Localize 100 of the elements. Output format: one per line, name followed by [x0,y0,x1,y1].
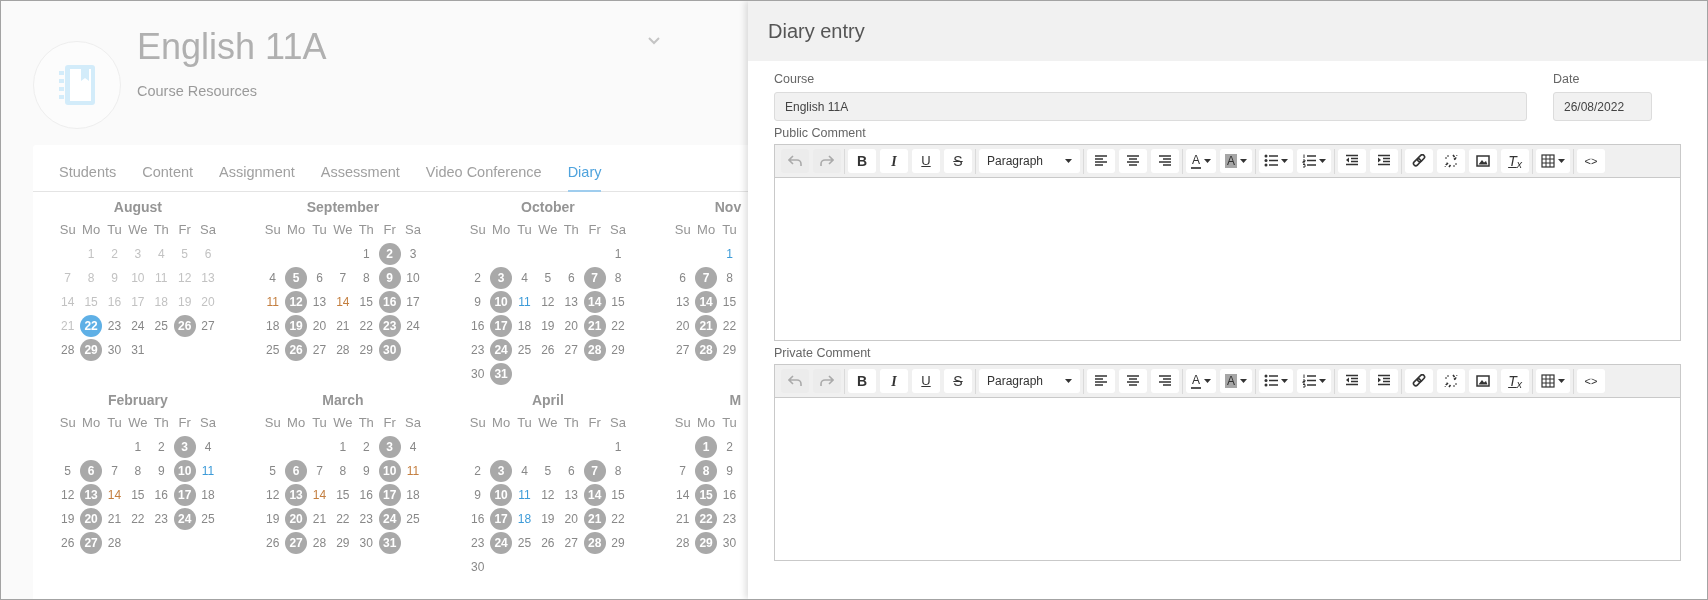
calendar-day[interactable]: 13 [80,484,103,506]
underline-button[interactable]: U [912,369,940,393]
calendar-day[interactable]: 27 [285,532,308,554]
calendar-day[interactable]: 21 [583,315,606,337]
align-center-button[interactable] [1119,369,1147,393]
calendar-day[interactable]: 10 [490,484,513,506]
calendar-day[interactable]: 13 [671,291,694,313]
calendar-day[interactable]: 28 [583,532,606,554]
calendar-day[interactable]: 9 [378,267,401,289]
format-dropdown[interactable]: Paragraph [979,369,1080,393]
calendar-day[interactable]: 4 [402,436,425,458]
bullet-list-button[interactable] [1259,149,1294,173]
calendar-day[interactable]: 22 [695,508,718,530]
calendar-day[interactable]: 28 [583,339,606,361]
calendar-day[interactable]: 15 [80,291,103,313]
calendar-day[interactable]: 15 [718,291,741,313]
calendar-day[interactable]: 22 [126,508,149,530]
calendar-day[interactable]: 14 [695,291,718,313]
calendar-day[interactable]: 29 [718,339,741,361]
calendar-day[interactable]: 1 [695,436,718,458]
image-button[interactable] [1469,149,1498,173]
calendar-day[interactable]: 7 [331,267,354,289]
calendar-day[interactable]: 20 [560,508,583,530]
calendar-day[interactable]: 7 [583,460,606,482]
text-color-button[interactable]: A [1186,369,1216,393]
calendar-day[interactable]: 2 [355,436,378,458]
bold-button[interactable]: B [848,149,876,173]
calendar-day[interactable]: 16 [466,315,489,337]
calendar-day[interactable]: 18 [150,291,173,313]
calendar-day[interactable]: 24 [490,339,513,361]
calendar-day[interactable]: 3 [126,243,149,265]
calendar-day[interactable]: 24 [173,508,196,530]
calendar-day[interactable]: 25 [513,339,536,361]
indent-button[interactable] [1370,369,1399,393]
calendar-day[interactable]: 26 [285,339,308,361]
calendar-day[interactable]: 12 [56,484,79,506]
tab[interactable]: Assignment [219,145,295,192]
underline-button[interactable]: U [912,149,940,173]
calendar-day[interactable]: 12 [536,484,559,506]
calendar-day[interactable]: 2 [378,243,401,265]
calendar-day[interactable]: 13 [560,484,583,506]
calendar-day[interactable]: 30 [103,339,126,361]
bold-button[interactable]: B [848,369,876,393]
calendar-day[interactable]: 31 [490,363,513,385]
calendar-day[interactable]: 24 [402,315,425,337]
calendar-day[interactable]: 16 [378,291,401,313]
calendar-day[interactable]: 8 [607,460,630,482]
calendar-day[interactable]: 19 [261,508,284,530]
calendar-day[interactable]: 10 [173,460,196,482]
calendar-day[interactable]: 21 [103,508,126,530]
calendar-day[interactable]: 27 [560,532,583,554]
calendar-day[interactable]: 13 [560,291,583,313]
calendar-day[interactable]: 28 [103,532,126,554]
calendar-day[interactable]: 21 [583,508,606,530]
calendar-day[interactable]: 2 [466,267,489,289]
calendar-day[interactable]: 12 [536,291,559,313]
unlink-button[interactable] [1437,369,1466,393]
calendar-day[interactable]: 16 [150,484,173,506]
calendar-day[interactable]: 19 [536,315,559,337]
calendar-day[interactable]: 14 [308,484,331,506]
calendar-day[interactable]: 1 [80,243,103,265]
calendar-day[interactable]: 25 [513,532,536,554]
calendar-day[interactable]: 24 [126,315,149,337]
calendar-day[interactable]: 20 [80,508,103,530]
calendar-day[interactable]: 11 [197,460,220,482]
calendar-day[interactable]: 11 [261,291,284,313]
calendar-day[interactable]: 14 [103,484,126,506]
calendar-day[interactable]: 5 [536,267,559,289]
calendar-day[interactable]: 23 [103,315,126,337]
calendar-day[interactable]: 8 [126,460,149,482]
calendar-day[interactable]: 26 [261,532,284,554]
calendar-day[interactable]: 6 [80,460,103,482]
calendar-day[interactable]: 8 [355,267,378,289]
calendar-day[interactable]: 5 [56,460,79,482]
calendar-day[interactable]: 6 [308,267,331,289]
tab[interactable]: Assessment [320,145,400,192]
calendar-day[interactable]: 9 [355,460,378,482]
calendar-day[interactable]: 25 [261,339,284,361]
calendar-day[interactable]: 8 [607,267,630,289]
numbered-list-button[interactable] [1297,149,1332,173]
calendar-day[interactable]: 10 [490,291,513,313]
calendar-day[interactable]: 6 [197,243,220,265]
calendar-day[interactable]: 30 [466,363,489,385]
calendar-day[interactable]: 5 [285,267,308,289]
calendar-day[interactable]: 26 [536,532,559,554]
calendar-day[interactable]: 2 [466,460,489,482]
calendar-day[interactable]: 25 [150,315,173,337]
calendar-day[interactable]: 23 [466,532,489,554]
table-button[interactable] [1536,149,1571,173]
calendar-day[interactable]: 21 [308,508,331,530]
background-color-button[interactable]: A [1220,149,1253,173]
calendar-day[interactable]: 29 [331,532,354,554]
calendar-day[interactable]: 13 [308,291,331,313]
calendar-day[interactable]: 17 [402,291,425,313]
calendar-day[interactable]: 15 [331,484,354,506]
calendar-day[interactable]: 13 [197,267,220,289]
unlink-button[interactable] [1437,149,1466,173]
calendar-day[interactable]: 21 [695,315,718,337]
calendar-day[interactable]: 1 [607,243,630,265]
calendar-day[interactable]: 29 [607,339,630,361]
